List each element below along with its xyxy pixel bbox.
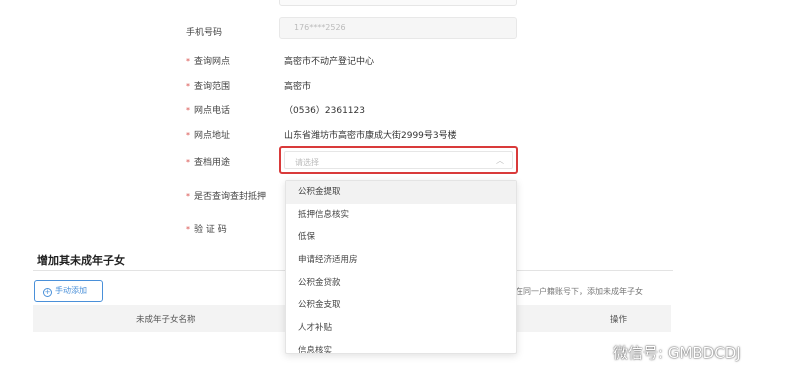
column-child-name: 未成年子女名称 [136, 315, 196, 325]
seal-label: * 是否查询查封抵押 [186, 189, 266, 202]
dropdown-option[interactable]: 公积金支取 [286, 294, 516, 317]
scope-label-text: 查询范围 [194, 82, 231, 92]
dropdown-option[interactable]: 申请经济适用房 [286, 249, 516, 272]
phone-field: 176****2526 [279, 17, 517, 39]
column-actions: 操作 [610, 315, 628, 325]
dropdown-option[interactable]: 低保 [286, 226, 516, 249]
required-mark: * [186, 106, 190, 115]
wechat-watermark: 微信号: GMBDCDJ [585, 341, 741, 363]
captcha-label: * 验 证 码 [186, 222, 227, 235]
required-mark: * [186, 82, 190, 91]
site-label: * 查询网点 [186, 54, 230, 67]
add-hint: 在同一户籍账号下，添加未成年子女 [515, 287, 643, 296]
required-mark: * [186, 158, 190, 167]
address-label-text: 网点地址 [194, 131, 231, 141]
required-mark: * [186, 192, 190, 201]
chevron-up-icon: ︿ [496, 156, 504, 165]
dropdown-option[interactable]: 信息核实 [286, 340, 516, 353]
dropdown-option[interactable]: 抵押信息核实 [286, 204, 516, 227]
address-label: * 网点地址 [186, 128, 230, 141]
tel-label: * 网点电话 [186, 103, 230, 116]
purpose-dropdown[interactable]: 公积金提取 抵押信息核实 低保 申请经济适用房 公积金贷款 公积金支取 人才补贴… [285, 180, 517, 354]
seal-label-text: 是否查询查封抵押 [194, 192, 267, 202]
scope-label: * 查询范围 [186, 79, 230, 92]
wechat-icon [585, 343, 607, 360]
section-title: 增加其未成年子女 [37, 254, 125, 267]
previous-field[interactable] [279, 0, 517, 6]
address-value: 山东省潍坊市高密市康成大街2999号3号楼 [284, 131, 457, 141]
required-mark: * [186, 131, 190, 140]
purpose-placeholder: 请选择 [295, 158, 319, 167]
purpose-select-inner[interactable]: 请选择 ︿ [284, 151, 513, 169]
tel-value: （0536）2361123 [284, 106, 365, 116]
manual-add-button[interactable]: + 手动添加 [34, 280, 103, 302]
dropdown-option[interactable]: 人才补贴 [286, 317, 516, 340]
dropdown-option[interactable]: 公积金提取 [286, 181, 516, 204]
site-value: 高密市不动产登记中心 [284, 57, 375, 67]
plus-circle-icon: + [43, 288, 52, 297]
manual-add-label: 手动添加 [55, 286, 87, 295]
phone-label: 手机号码 [186, 28, 223, 38]
site-label-text: 查询网点 [194, 57, 231, 67]
tel-label-text: 网点电话 [194, 106, 231, 116]
purpose-label: * 查档用途 [186, 155, 230, 168]
dropdown-option[interactable]: 公积金贷款 [286, 272, 516, 295]
required-mark: * [186, 57, 190, 66]
required-mark: * [186, 225, 190, 234]
purpose-label-text: 查档用途 [194, 158, 231, 168]
purpose-select[interactable]: 请选择 ︿ [279, 146, 518, 174]
scope-value: 高密市 [284, 82, 312, 92]
captcha-label-text: 验 证 码 [194, 225, 227, 235]
watermark-text: 微信号: GMBDCDJ [613, 343, 741, 362]
